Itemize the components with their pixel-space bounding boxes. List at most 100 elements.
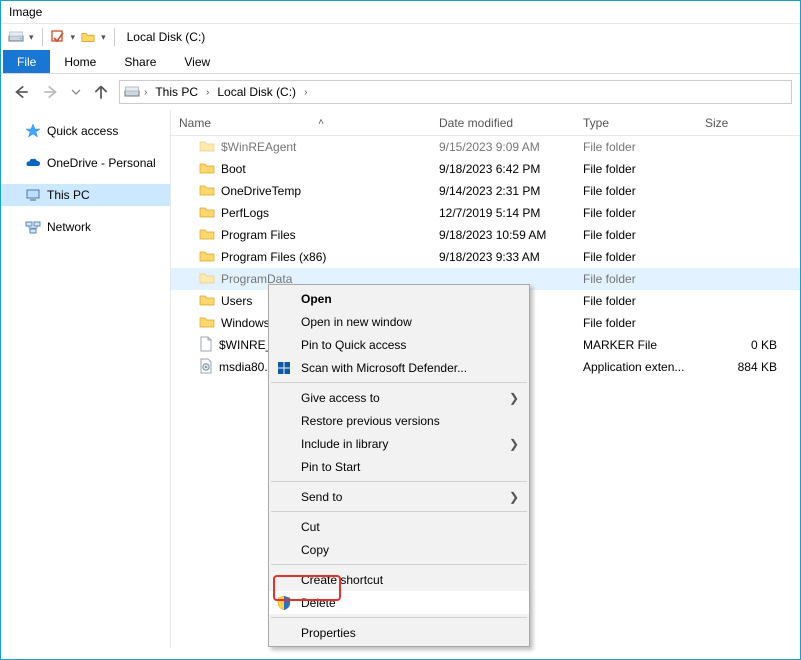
sidebar-item-label: Network [47,220,91,234]
tab-share[interactable]: Share [110,50,170,73]
file-row[interactable]: Program Files9/18/2023 10:59 AMFile fold… [171,224,800,246]
file-type: File folder [575,294,697,308]
file-type: File folder [575,206,697,220]
file-name: PerfLogs [221,206,269,220]
ctx-open[interactable]: Open [269,287,529,310]
ctx-give-access[interactable]: Give access to❯ [269,386,529,409]
shield-icon [276,595,292,611]
cloud-icon [25,155,41,171]
file-name: Windows [221,316,270,330]
file-type: File folder [575,250,697,264]
ctx-pin-quick-access[interactable]: Pin to Quick access [269,333,529,356]
file-row[interactable]: Program Files (x86) 9/18/2023 9:33 AMFile… [171,246,800,268]
folder-icon [199,271,215,288]
ctx-open-new-window[interactable]: Open in new window [269,310,529,333]
ctx-delete[interactable]: Delete [269,591,529,614]
sidebar-item-quick-access[interactable]: Quick access [1,120,170,142]
folder-icon [199,227,215,244]
chevron-icon[interactable]: › [302,87,309,98]
tab-file[interactable]: File [3,50,50,73]
tab-home[interactable]: Home [50,50,110,73]
file-type: File folder [575,316,697,330]
ctx-cut[interactable]: Cut [269,515,529,538]
back-button[interactable] [9,80,33,104]
ctx-pin-start[interactable]: Pin to Start [269,455,529,478]
chevron-icon[interactable]: › [204,87,211,98]
tab-view[interactable]: View [170,50,224,73]
forward-button[interactable] [39,80,63,104]
sidebar-item-network[interactable]: Network [1,216,170,238]
col-name[interactable]: Name˄ [171,116,431,130]
file-row[interactable]: PerfLogs12/7/2019 5:14 PMFile folder [171,202,800,224]
submenu-arrow-icon: ❯ [509,391,519,405]
ctx-send-to[interactable]: Send to❯ [269,485,529,508]
star-icon [25,123,41,139]
sidebar-item-label: This PC [47,188,90,202]
col-type[interactable]: Type [575,116,697,130]
recent-dropdown[interactable] [69,80,83,104]
title-folder-icon [79,28,97,46]
separator [271,481,527,482]
ctx-copy[interactable]: Copy [269,538,529,561]
folder-icon [199,315,215,332]
file-size: 0 KB [697,338,777,352]
context-menu: Open Open in new window Pin to Quick acc… [268,284,530,647]
file-row[interactable]: Boot9/18/2023 6:42 PMFile folder [171,158,800,180]
network-icon [25,219,41,235]
file-name: Program Files (x86) [221,250,326,264]
sidebar-item-label: Quick access [47,124,118,138]
up-button[interactable] [89,80,113,104]
ctx-properties[interactable]: Properties [269,621,529,644]
separator [42,28,43,46]
nav-bar: › This PC › Local Disk (C:) › [1,74,800,110]
file-icon [199,336,213,355]
sidebar-item-label: OneDrive - Personal [47,156,156,170]
sidebar-item-this-pc[interactable]: This PC [1,184,170,206]
file-name: $WinREAgent [221,140,296,154]
file-type: File folder [575,162,697,176]
separator [271,382,527,383]
folder-icon [199,139,215,156]
folder-icon [199,183,215,200]
folder-icon [199,161,215,178]
pc-icon [25,187,41,203]
sidebar-item-onedrive[interactable]: OneDrive - Personal [1,152,170,174]
ctx-create-shortcut[interactable]: Create shortcut [269,568,529,591]
file-size: 884 KB [697,360,777,374]
file-row[interactable]: $WinREAgent9/15/2023 9:09 AMFile folder [171,136,800,158]
file-type: MARKER File [575,338,697,352]
crumb-local-disk[interactable]: Local Disk (C:) [213,85,300,99]
file-type: File folder [575,184,697,198]
separator [114,28,115,46]
col-date[interactable]: Date modified [431,116,575,130]
folder-icon [199,249,215,266]
file-type: File folder [575,140,697,154]
column-headers: Name˄ Date modified Type Size [171,110,800,136]
separator [271,617,527,618]
address-bar[interactable]: › This PC › Local Disk (C:) › [119,80,792,104]
chevron-down-icon[interactable]: ▾ [27,32,36,43]
file-date: 9/14/2023 2:31 PM [431,184,575,198]
file-row[interactable]: OneDriveTemp9/14/2023 2:31 PMFile folder [171,180,800,202]
properties-icon[interactable] [49,28,67,46]
file-date: 9/18/2023 9:33 AM [431,250,575,264]
ctx-restore-versions[interactable]: Restore previous versions [269,409,529,432]
file-icon [199,358,213,377]
file-type: File folder [575,228,697,242]
submenu-arrow-icon: ❯ [509,437,519,451]
ribbon-tabs: File Home Share View [1,50,800,74]
col-size[interactable]: Size [697,116,797,130]
chevron-down-icon[interactable]: ▾ [69,32,78,43]
file-date: 9/18/2023 10:59 AM [431,228,575,242]
crumb-this-pc[interactable]: This PC [151,85,202,99]
window-title: Local Disk (C:) [127,30,206,44]
ctx-include-library[interactable]: Include in library❯ [269,432,529,455]
chevron-down-icon[interactable]: ▾ [99,32,108,43]
ctx-scan-defender[interactable]: Scan with Microsoft Defender... [269,356,529,379]
quick-access-toolbar: ▾ ▾ ▾ Local Disk (C:) [1,24,800,50]
file-name: Boot [221,162,246,176]
folder-icon [199,205,215,222]
separator [271,564,527,565]
chevron-icon[interactable]: › [142,87,149,98]
nav-pane: Quick access OneDrive - Personal This PC… [1,110,171,648]
